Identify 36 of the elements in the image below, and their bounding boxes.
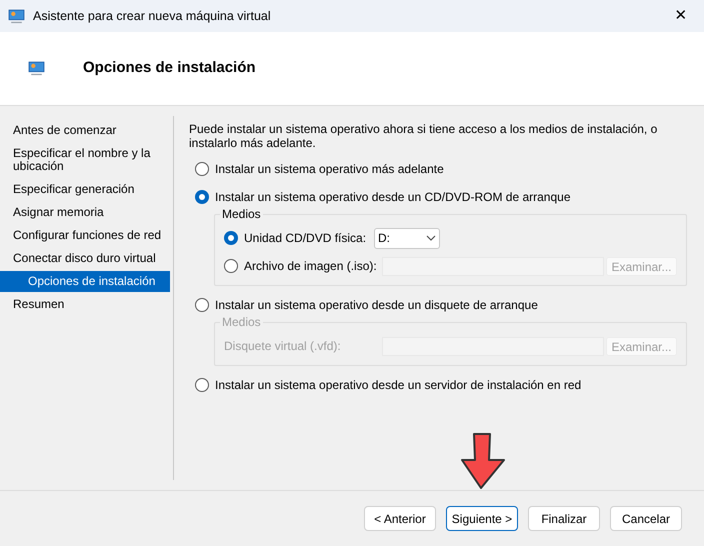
wizard-button[interactable]: Siguiente > xyxy=(446,506,518,531)
radio-button[interactable] xyxy=(195,162,209,176)
close-button[interactable]: ✕ xyxy=(666,4,696,28)
wizard-button[interactable]: Finalizar xyxy=(528,506,600,531)
step-item[interactable]: Resumen xyxy=(0,294,170,315)
option-label: Instalar un sistema operativo más adelante xyxy=(215,161,444,178)
option-label: Archivo de imagen (.iso): xyxy=(244,258,377,275)
step-item[interactable]: Especificar el nombre y la ubicación xyxy=(0,143,170,177)
step-item[interactable]: Opciones de instalación xyxy=(0,271,170,292)
group-title: Medios xyxy=(220,207,263,221)
step-item[interactable]: Configurar funciones de red xyxy=(0,225,170,246)
option-label: Unidad CD/DVD física: xyxy=(244,230,366,247)
radio-button[interactable] xyxy=(224,231,238,245)
page-title: Opciones de instalación xyxy=(83,58,256,78)
step-item[interactable]: Antes de comenzar xyxy=(0,120,170,141)
step-item[interactable]: Conectar disco duro virtual xyxy=(0,248,170,269)
wizard-button[interactable]: Cancelar xyxy=(610,506,682,531)
group-title: Medios xyxy=(220,315,263,329)
option-label: Instalar un sistema operativo desde un servidor de instalación en red xyxy=(215,377,582,394)
description-text: Puede instalar un sistema operativo ahora si tiene acceso a los medios de instalación, o instalarlo más adelante. xyxy=(189,122,658,150)
radio-button[interactable] xyxy=(224,259,238,273)
drive-dropdown[interactable]: D: xyxy=(374,228,440,248)
radio-button[interactable] xyxy=(195,190,209,204)
radio-button[interactable] xyxy=(195,378,209,392)
window-title: Asistente para crear nueva máquina virtual xyxy=(33,8,271,25)
wizard-button[interactable]: < Anterior xyxy=(364,506,436,531)
step-item[interactable]: Asignar memoria xyxy=(0,202,170,223)
step-item[interactable]: Especificar generación xyxy=(0,179,170,200)
option-label: Instalar un sistema operativo desde un CD/DVD-ROM de arranque xyxy=(215,189,570,206)
monitor-icon xyxy=(28,61,45,76)
option-label: Instalar un sistema operativo desde un disquete de arranque xyxy=(215,297,538,314)
monitor-icon xyxy=(8,8,25,24)
radio-button[interactable] xyxy=(195,298,209,312)
chevron-down-icon xyxy=(426,235,436,241)
arrow-annotation xyxy=(460,432,506,490)
option-label: Disquete virtual (.vfd): xyxy=(224,338,341,355)
